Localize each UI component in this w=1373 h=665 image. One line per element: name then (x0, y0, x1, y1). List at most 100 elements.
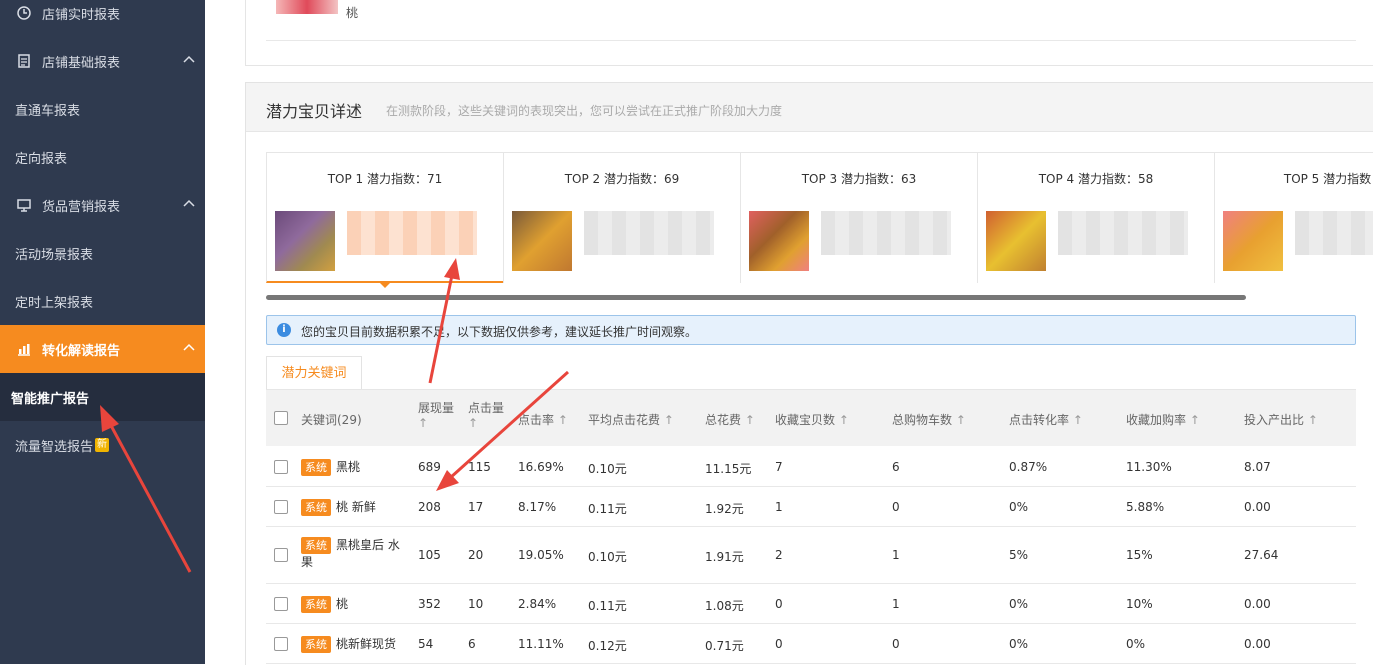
selected-caret-icon (378, 281, 392, 288)
product-image (749, 211, 809, 271)
new-badge: 新 (95, 438, 110, 452)
sidebar-item-label: 店铺基础报表 (42, 55, 121, 71)
product-card: 桃 (245, 0, 1373, 66)
col-impressions[interactable]: 展现量 ↑ (418, 399, 454, 430)
carts-cell: 0 (892, 637, 900, 651)
cvr-cell: 0.87% (1009, 460, 1048, 474)
product-info-blurred (821, 211, 951, 255)
roi-cell: 8.07 (1244, 460, 1271, 474)
sidebar-item-traffic-select-report[interactable]: 流量智选报告 新 (0, 421, 205, 469)
col-fav-cart-rate[interactable]: 收藏加购率 ↑ (1126, 411, 1200, 428)
sidebar-item-ztc-report[interactable]: 直通车报表 (0, 85, 205, 133)
tab-label: TOP 5 潜力指数： (1283, 172, 1373, 186)
sidebar-item-activity-report[interactable]: 活动场景报表 (0, 229, 205, 277)
avg-cpc-cell: 0.10元 (588, 550, 627, 564)
sidebar-item-label: 货品营销报表 (42, 199, 121, 215)
avg-cpc-cell: 0.11元 (588, 599, 627, 613)
avg-cpc-cell: 0.10元 (588, 462, 627, 476)
fav-cart-rate-cell: 11.30% (1126, 460, 1172, 474)
row-checkbox[interactable] (274, 597, 288, 611)
carts-cell: 0 (892, 500, 900, 514)
sort-arrow-icon: ↑ (557, 413, 568, 427)
col-total-cost[interactable]: 总花费 ↑ (705, 411, 755, 428)
product-name: 桃 (346, 6, 359, 20)
row-checkbox[interactable] (274, 500, 288, 514)
impressions-cell: 105 (418, 548, 441, 562)
col-label: 平均点击花费 (588, 413, 661, 427)
clicks-cell: 115 (468, 460, 491, 474)
col-avg-cpc[interactable]: 平均点击花费 ↑ (588, 411, 674, 428)
avg-cpc-cell: 0.12元 (588, 639, 627, 653)
col-label: 展现量 (418, 401, 455, 415)
col-clicks[interactable]: 点击量 ↑ (468, 399, 504, 430)
select-all-checkbox[interactable] (274, 411, 288, 425)
impressions-cell: 54 (418, 637, 434, 651)
tab-top-3[interactable]: TOP 3 潜力指数：63 (740, 153, 977, 283)
tab-top-2[interactable]: TOP 2 潜力指数：69 (503, 153, 740, 283)
system-tag: 系统 (301, 636, 331, 653)
total-cost-cell: 1.91元 (705, 550, 744, 564)
ctr-cell: 16.69% (518, 460, 564, 474)
carousel-scrollbar[interactable] (266, 295, 1246, 300)
sidebar-item-label: 流量智选报告 (15, 439, 94, 455)
clicks-cell: 6 (468, 637, 476, 651)
sort-arrow-icon: ↑ (955, 413, 966, 427)
col-roi[interactable]: 投入产出比 ↑ (1244, 411, 1318, 428)
row-checkbox[interactable] (274, 637, 288, 651)
system-tag: 系统 (301, 596, 331, 613)
tab-top-1[interactable]: TOP 1 潜力指数：71 (266, 153, 503, 288)
total-cost-cell: 0.71元 (705, 639, 744, 653)
info-icon: i (277, 323, 291, 337)
sidebar-item-goods-marketing[interactable]: 货品营销报表 (0, 181, 205, 229)
carts-cell: 6 (892, 460, 900, 474)
col-label: 点击转化率 (1009, 413, 1070, 427)
keyword-text: 黑桃 (336, 460, 361, 474)
sidebar-item-store-realtime[interactable]: 店铺实时报表 (0, 0, 205, 37)
tab-label: TOP 3 潜力指数：63 (801, 172, 917, 186)
table-row: 系统桃 新鲜 208 17 8.17% 0.11元 1.92元 1 0 0% 5… (266, 486, 1356, 527)
fav-cart-rate-cell: 0% (1126, 637, 1146, 651)
sidebar-item-label: 店铺实时报表 (42, 7, 121, 23)
col-label: 投入产出比 (1244, 413, 1305, 427)
product-info-blurred (347, 211, 477, 255)
row-checkbox[interactable] (274, 460, 288, 474)
sidebar-item-conversion-report[interactable]: 转化解读报告 (0, 325, 205, 373)
sidebar-item-smart-promo-report[interactable]: 智能推广报告 (0, 373, 205, 421)
favorites-cell: 7 (775, 460, 783, 474)
sort-arrow-icon: ↑ (1189, 413, 1200, 427)
tab-top-4[interactable]: TOP 4 潜力指数：58 (977, 153, 1214, 283)
sidebar-item-targeting-report[interactable]: 定向报表 (0, 133, 205, 181)
cvr-cell: 5% (1009, 548, 1029, 562)
table-row: 系统 桃新鲜现货 54 6 11.11% 0.12元 0.71元 0 0 0% 0… (266, 623, 1356, 664)
cvr-cell: 0% (1009, 500, 1029, 514)
table-row: 系统 黑桃皇后 水果 105 20 19.05% 0.10元 1.91元 2 1 … (266, 526, 1356, 584)
cvr-cell: 0% (1009, 597, 1029, 611)
chart-icon (16, 341, 32, 357)
keyword-cell: 系统 桃新鲜现货 (301, 635, 396, 653)
impressions-cell: 352 (418, 597, 441, 611)
tab-potential-keywords[interactable]: 潜力关键词 (266, 356, 362, 390)
divider (266, 40, 1356, 41)
ctr-cell: 11.11% (518, 637, 564, 651)
sidebar-item-store-basic[interactable]: 店铺基础报表 (0, 37, 205, 85)
product-image (275, 211, 335, 271)
col-carts[interactable]: 总购物车数 ↑ (892, 411, 966, 428)
roi-cell: 0.00 (1244, 500, 1271, 514)
tab-top-5[interactable]: TOP 5 潜力指数： (1214, 153, 1373, 283)
ctr-cell: 2.84% (518, 597, 557, 611)
col-favorites[interactable]: 收藏宝贝数 ↑ (775, 411, 849, 428)
favorites-cell: 0 (775, 597, 783, 611)
product-info-blurred (1058, 211, 1188, 255)
sidebar-item-scheduled-listing[interactable]: 定时上架报表 (0, 277, 205, 325)
sort-arrow-icon: ↑ (418, 416, 429, 430)
sort-arrow-icon: ↑ (468, 416, 479, 430)
row-checkbox[interactable] (274, 548, 288, 562)
product-thumbnail (276, 0, 338, 14)
sort-arrow-icon: ↑ (663, 413, 674, 427)
panel-header: 潜力宝贝详述 在测款阶段，这些关键词的表现突出，您可以尝试在正式推广阶段加大力度 (246, 83, 1373, 132)
keyword-cell: 系统桃 (301, 595, 348, 613)
col-ctr[interactable]: 点击率 ↑ (518, 411, 568, 428)
sort-arrow-icon: ↑ (744, 413, 755, 427)
product-info-blurred (1295, 211, 1373, 255)
col-cvr[interactable]: 点击转化率 ↑ (1009, 411, 1083, 428)
